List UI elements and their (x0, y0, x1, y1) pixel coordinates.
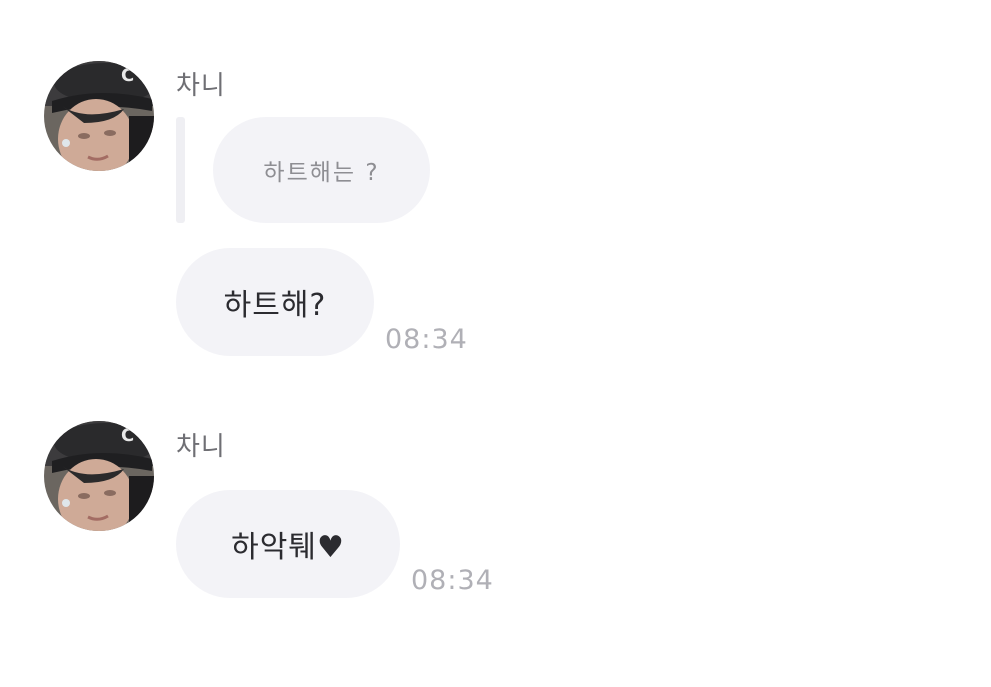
message-bubble[interactable]: 하트해? (176, 248, 374, 356)
sender-name: 차니 (176, 71, 226, 101)
quoted-reply-bubble[interactable]: 하트해는 ? (213, 117, 430, 223)
message-timestamp: 08:34 (411, 565, 494, 596)
message-timestamp: 08:34 (385, 324, 468, 355)
sender-avatar[interactable]: C (44, 61, 154, 171)
message-bubble[interactable]: 하악퉤♥ (176, 490, 400, 598)
svg-text:C: C (121, 425, 134, 446)
sender-avatar[interactable]: C (44, 421, 154, 531)
chat-thread: C 차니 하트해는 ? 하트해? 08:34 C 차니 하악퉤♥ 08:34 (0, 0, 991, 687)
profile-avatar-icon: C (44, 421, 154, 531)
profile-avatar-icon: C (44, 61, 154, 171)
sender-name: 차니 (176, 432, 226, 462)
quoted-reply-text: 하트해는 ? (263, 160, 380, 186)
reply-indicator-bar (176, 117, 185, 223)
message-text: 하악퉤♥ (231, 530, 345, 565)
svg-text:C: C (121, 65, 134, 86)
message-text: 하트해? (223, 288, 327, 323)
